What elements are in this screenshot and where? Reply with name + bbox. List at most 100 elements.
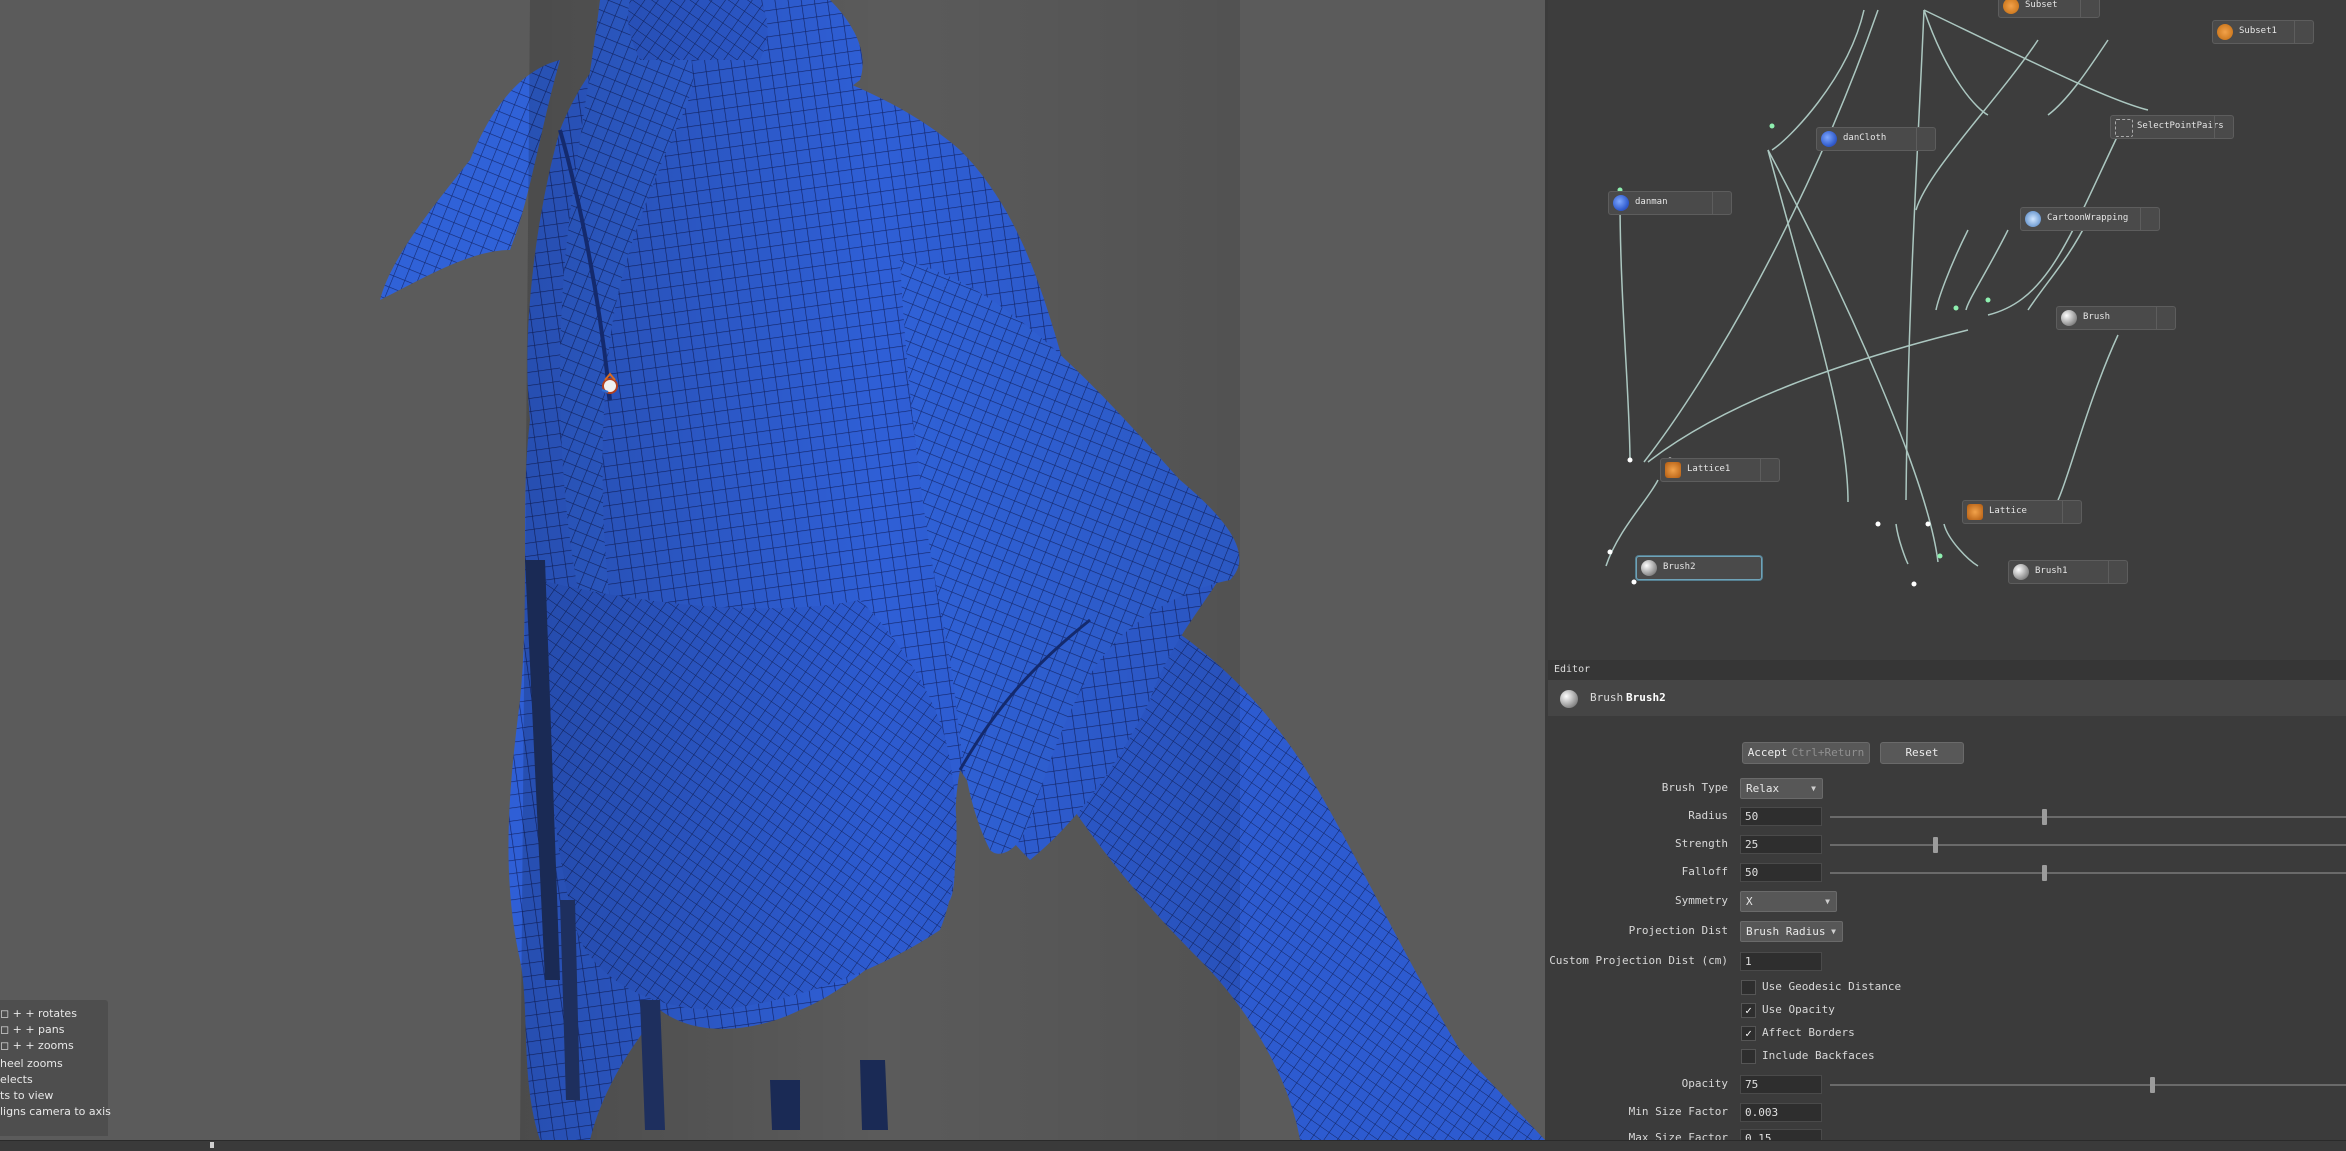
node-dancloth[interactable]: danCloth — [1816, 127, 1936, 151]
radius-input[interactable]: 50 — [1740, 807, 1822, 826]
node-danman-label: danman — [1635, 197, 1668, 207]
brush-sphere-icon — [2013, 564, 2029, 580]
opacity-slider-handle[interactable] — [2149, 1077, 2155, 1093]
node-dancloth-label: danCloth — [1843, 133, 1887, 143]
chevron-down-icon: ▼ — [1811, 784, 1816, 793]
node-danman[interactable]: danman — [1608, 191, 1732, 215]
strength-label: Strength — [1675, 837, 1728, 850]
editor-panel: Editor Brush Brush2 Accept Ctrl+Return Re… — [1548, 660, 2346, 1148]
opacity-slider[interactable] — [1830, 1077, 2346, 1093]
node-subset1-bypass[interactable] — [2294, 21, 2313, 43]
symmetry-label: Symmetry — [1675, 894, 1728, 907]
navigation-hints-panel: ◻ + + rotates ◻ + + pans ◻ + + zooms hee… — [0, 1000, 111, 1136]
lattice-icon — [1665, 462, 1681, 478]
node-lattice1-bypass[interactable] — [1760, 459, 1779, 481]
node-brush2-pin-icon[interactable] — [1743, 557, 1761, 579]
node-subset1[interactable]: Subset1 — [2212, 20, 2314, 44]
brush-sphere-icon — [1641, 560, 1657, 576]
affect-borders-label: Affect Borders — [1762, 1026, 1855, 1039]
custom-projection-input[interactable]: 1 — [1740, 952, 1822, 971]
node-brush1[interactable]: Brush1 — [2008, 560, 2128, 584]
node-lattice-bypass[interactable] — [2062, 501, 2081, 523]
node-subset[interactable]: Subset — [1998, 0, 2100, 18]
use-geodesic-checkbox[interactable] — [1741, 980, 1756, 995]
custom-projection-label: Custom Projection Dist (cm) — [1549, 954, 1728, 967]
editor-node-header: Brush Brush2 — [1548, 680, 2346, 716]
node-brush-bypass[interactable] — [2156, 307, 2175, 329]
node-graph[interactable]: Subset Subset1 danCloth SelectPointPairs… — [1548, 0, 2346, 660]
node-brush[interactable]: Brush — [2056, 306, 2176, 330]
include-backfaces-checkbox[interactable] — [1741, 1049, 1756, 1064]
falloff-slider[interactable] — [1830, 865, 2346, 881]
node-select-point-pairs[interactable]: SelectPointPairs — [2110, 115, 2234, 139]
min-size-factor-label: Min Size Factor — [1628, 1105, 1728, 1118]
node-cartoon-wrapping-bypass[interactable] — [2140, 208, 2159, 230]
projection-dist-label: Projection Dist — [1628, 924, 1728, 937]
brush-type-label: Brush Type — [1661, 781, 1728, 794]
radius-slider-handle[interactable] — [2041, 809, 2047, 825]
chevron-down-icon: ▼ — [1825, 897, 1830, 906]
strength-input[interactable]: 25 — [1740, 835, 1822, 854]
use-opacity-label: Use Opacity — [1762, 1003, 1835, 1016]
3d-viewport[interactable]: ◻ + + rotates ◻ + + pans ◻ + + zooms hee… — [0, 0, 1545, 1140]
hint-wheel-zooms: heel zooms — [0, 1057, 63, 1070]
brush-sphere-icon — [1560, 690, 1578, 708]
strength-slider-handle[interactable] — [1933, 837, 1939, 853]
radius-slider[interactable] — [1830, 809, 2346, 825]
hint-pans: ◻ + + pans — [0, 1023, 65, 1036]
falloff-input[interactable]: 50 — [1740, 863, 1822, 882]
manipulator-gizmo-icon[interactable] — [596, 370, 626, 400]
include-backfaces-label: Include Backfaces — [1762, 1049, 1875, 1062]
node-brush2[interactable]: Brush2 — [1636, 556, 1762, 580]
chevron-down-icon: ▼ — [1831, 927, 1836, 936]
node-lattice[interactable]: Lattice — [1962, 500, 2082, 524]
brush-type-select[interactable]: Relax ▼ — [1740, 778, 1823, 799]
min-size-factor-input[interactable]: 0.003 — [1740, 1103, 1822, 1122]
mesh-import-icon — [1613, 195, 1629, 211]
falloff-slider-handle[interactable] — [2041, 865, 2047, 881]
opacity-label: Opacity — [1681, 1077, 1728, 1090]
node-cartoon-wrapping-label: CartoonWrapping — [2047, 213, 2129, 223]
node-subset1-label: Subset1 — [2239, 26, 2277, 36]
radius-label: Radius — [1688, 809, 1728, 822]
wrap-icon — [2025, 211, 2041, 227]
hint-fits-to-view: ts to view — [0, 1089, 54, 1102]
node-dancloth-bypass[interactable] — [1916, 128, 1935, 150]
node-brush2-label: Brush2 — [1663, 562, 1696, 572]
use-geodesic-label: Use Geodesic Distance — [1762, 980, 1902, 993]
node-cartoon-wrapping[interactable]: CartoonWrapping — [2020, 207, 2160, 231]
brush-sphere-icon — [2061, 310, 2077, 326]
reset-button[interactable]: Reset — [1880, 742, 1964, 764]
node-select-point-pairs-bypass[interactable] — [2214, 116, 2233, 138]
use-opacity-checkbox[interactable]: ✓ — [1741, 1003, 1756, 1018]
node-name-label: Brush2 — [1626, 691, 1666, 704]
node-brush-label: Brush — [2083, 312, 2111, 322]
symmetry-select[interactable]: X ▼ — [1740, 891, 1837, 912]
subset-icon — [2217, 24, 2233, 40]
node-subset-bypass[interactable] — [2080, 0, 2099, 17]
affect-borders-checkbox[interactable]: ✓ — [1741, 1026, 1756, 1041]
hint-rotates: ◻ + + rotates — [0, 1007, 77, 1020]
select-pairs-icon — [2115, 119, 2133, 137]
node-brush1-label: Brush1 — [2035, 566, 2068, 576]
falloff-label: Falloff — [1681, 865, 1728, 878]
accept-button[interactable]: Accept Ctrl+Return — [1742, 742, 1870, 764]
node-brush1-bypass[interactable] — [2108, 561, 2127, 583]
node-lattice1-label: Lattice1 — [1687, 464, 1731, 474]
mesh-import-icon — [1821, 131, 1837, 147]
editor-title: Editor — [1548, 660, 2346, 680]
node-lattice1[interactable]: Lattice1 — [1660, 458, 1780, 482]
node-lattice-label: Lattice — [1989, 506, 2027, 516]
projection-dist-select[interactable]: Brush Radius ▼ — [1740, 921, 1843, 942]
node-danman-bypass[interactable] — [1712, 192, 1731, 214]
timeline-playhead[interactable] — [210, 1142, 214, 1148]
opacity-input[interactable]: 75 — [1740, 1075, 1822, 1094]
hint-selects: elects — [0, 1073, 33, 1086]
timeline-bar[interactable] — [0, 1140, 2346, 1151]
node-type-label: Brush — [1590, 691, 1624, 704]
strength-slider[interactable] — [1830, 837, 2346, 853]
node-select-point-pairs-label: SelectPointPairs — [2137, 121, 2224, 131]
node-subset-label: Subset — [2025, 0, 2058, 10]
character-mesh — [380, 0, 1545, 1140]
hint-zooms: ◻ + + zooms — [0, 1039, 74, 1052]
